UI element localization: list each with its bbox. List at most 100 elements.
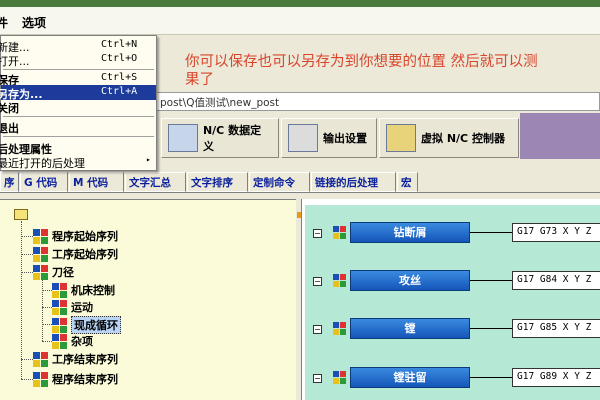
menu-item-recent-posts[interactable]: 最近打开的后处理 ▸: [0, 154, 156, 170]
tree-node-operation-end[interactable]: 工序结束序列: [33, 351, 118, 367]
file-menu-dropdown: 新建... Ctrl+N 打开... Ctrl+O 保存 Ctrl+S 另存为.…: [0, 35, 157, 171]
menu-item-close[interactable]: 关闭: [0, 99, 156, 115]
sequence-cube-icon: [33, 351, 49, 367]
menu-item-save-as[interactable]: 另存为... Ctrl+A: [0, 85, 156, 101]
submenu-arrow-icon: ▸: [146, 155, 151, 164]
post-path-field[interactable]: post\Q值测试\new_post: [155, 92, 600, 111]
tree-node-label-selected: 现成循环: [71, 316, 121, 334]
tree-node-label: 杂项: [71, 335, 93, 348]
menu-item-label: 最近打开的后处理: [0, 157, 85, 170]
sequence-cube-icon: [52, 299, 68, 315]
menu-item-post-properties[interactable]: 后处理属性: [0, 140, 156, 156]
nc-data-icon: [168, 124, 198, 152]
tab-word-summary[interactable]: 文字汇总: [125, 172, 186, 192]
nc-data-definition-label: N/C 数据定义: [202, 124, 262, 153]
tree-node-program-start[interactable]: 程序起始序列: [33, 228, 118, 244]
menu-item-shortcut: Ctrl+A: [101, 86, 138, 97]
tree-node-tool-path[interactable]: 刀径: [33, 264, 74, 280]
tree-node-label: 程序结束序列: [52, 373, 118, 386]
menu-item-shortcut: Ctrl+N: [101, 39, 138, 50]
menu-item-shortcut: Ctrl+O: [101, 53, 138, 64]
cycle-button-bore[interactable]: 镗: [350, 318, 470, 339]
cycle-row-bore-dwell: −: [313, 367, 328, 389]
menu-item-exit[interactable]: 退出: [0, 119, 156, 135]
cycle-cube-icon: [333, 371, 347, 385]
cycle-button-peck-drill[interactable]: 钻断屑: [350, 222, 470, 243]
tree-node-operation-start[interactable]: 工序起始序列: [33, 246, 118, 262]
menu-file[interactable]: 件: [0, 14, 8, 31]
cycle-connector: [470, 328, 512, 329]
tab-linked-posts[interactable]: 链接的后处理: [311, 172, 396, 192]
menu-separator: [3, 116, 154, 117]
tab-sequence[interactable]: 序: [0, 172, 19, 192]
cycle-gcode-block[interactable]: G17 G73 X Y Z: [512, 223, 600, 242]
menu-item-label: 退出: [0, 122, 19, 135]
cycle-button-tap[interactable]: 攻丝: [350, 270, 470, 291]
virtual-nc-controller-button[interactable]: 虚拟 N/C 控制器: [379, 118, 519, 158]
menu-options[interactable]: 选项: [22, 14, 46, 31]
tree-line: [42, 324, 52, 325]
menubar: 件 选项: [0, 7, 600, 35]
cycle-gcode-block[interactable]: G17 G84 X Y Z: [512, 271, 600, 290]
tree-node-label: 程序起始序列: [52, 230, 118, 243]
sequence-cube-icon: [52, 317, 68, 333]
menu-item-save[interactable]: 保存 Ctrl+S: [0, 71, 156, 87]
tree-node-label: 运动: [71, 301, 93, 314]
virtual-nc-icon: [386, 124, 416, 152]
tree-node-canned-cycle[interactable]: 现成循环: [52, 316, 121, 334]
menu-item-new[interactable]: 新建... Ctrl+N: [0, 38, 156, 54]
tree-line: [21, 236, 33, 237]
collapse-icon[interactable]: −: [313, 228, 322, 238]
tree-line: [21, 379, 33, 380]
menu-separator: [3, 136, 154, 137]
output-settings-button[interactable]: 输出设置: [281, 118, 377, 158]
collapse-icon[interactable]: −: [313, 324, 322, 334]
purple-panel: [520, 113, 600, 159]
tab-word-sequencing[interactable]: 文字排序: [187, 172, 248, 192]
tree-line: [21, 272, 33, 273]
window-top-strip: [0, 0, 600, 7]
cycle-gcode-block[interactable]: G17 G89 X Y Z: [512, 368, 600, 387]
tab-custom-command[interactable]: 定制命令: [249, 172, 310, 192]
cycle-cube-icon: [333, 274, 347, 288]
tree-line: [42, 290, 52, 291]
sequence-cube-icon: [52, 333, 68, 349]
sequence-cube-icon: [33, 371, 49, 387]
cycle-button-bore-dwell[interactable]: 镗驻留: [350, 367, 470, 388]
cycle-connector: [470, 232, 512, 233]
sequence-cube-icon: [52, 282, 68, 298]
tree-node-label: 工序结束序列: [52, 353, 118, 366]
cycle-gcode-block[interactable]: G17 G85 X Y Z: [512, 319, 600, 338]
collapse-icon[interactable]: −: [313, 373, 322, 383]
tree-line: [42, 278, 43, 341]
menu-item-open[interactable]: 打开... Ctrl+O: [0, 52, 156, 68]
sequence-cube-icon: [33, 264, 49, 280]
cycle-connector: [470, 377, 512, 378]
cycle-cube-icon: [333, 226, 347, 240]
cycle-cube-icon: [333, 322, 347, 336]
menu-item-shortcut: Ctrl+S: [101, 72, 138, 83]
tree-node-program-end[interactable]: 程序结束序列: [33, 371, 118, 387]
collapse-icon[interactable]: −: [313, 276, 322, 286]
tab-m-code[interactable]: M 代码: [69, 172, 124, 192]
tab-g-code[interactable]: G 代码: [20, 172, 68, 192]
tree-node-miscellaneous[interactable]: 杂项: [52, 333, 93, 349]
cycle-row-peck-drill: −: [313, 222, 328, 244]
tree-line: [21, 221, 22, 379]
tree-node-motion[interactable]: 运动: [52, 299, 93, 315]
menu-item-label: 打开...: [0, 55, 30, 68]
menu-item-label: 关闭: [0, 102, 19, 115]
cycle-connector: [470, 280, 512, 281]
sequence-cube-icon: [33, 228, 49, 244]
folder-icon: [14, 209, 28, 220]
menu-separator: [3, 69, 154, 70]
annotation-text: 你可以保存也可以另存为到你想要的位置 然后就可以测 果了: [185, 53, 600, 89]
cycle-row-tap: −: [313, 270, 328, 292]
tree-line: [42, 341, 52, 342]
tree-node-machine-control[interactable]: 机床控制: [52, 282, 115, 298]
tab-macro[interactable]: 宏: [397, 172, 418, 192]
cycle-row-bore: −: [313, 318, 328, 340]
nc-data-definition-button[interactable]: N/C 数据定义: [161, 118, 279, 158]
tree-line: [42, 307, 52, 308]
annotation-line-2: 果了: [185, 72, 214, 88]
